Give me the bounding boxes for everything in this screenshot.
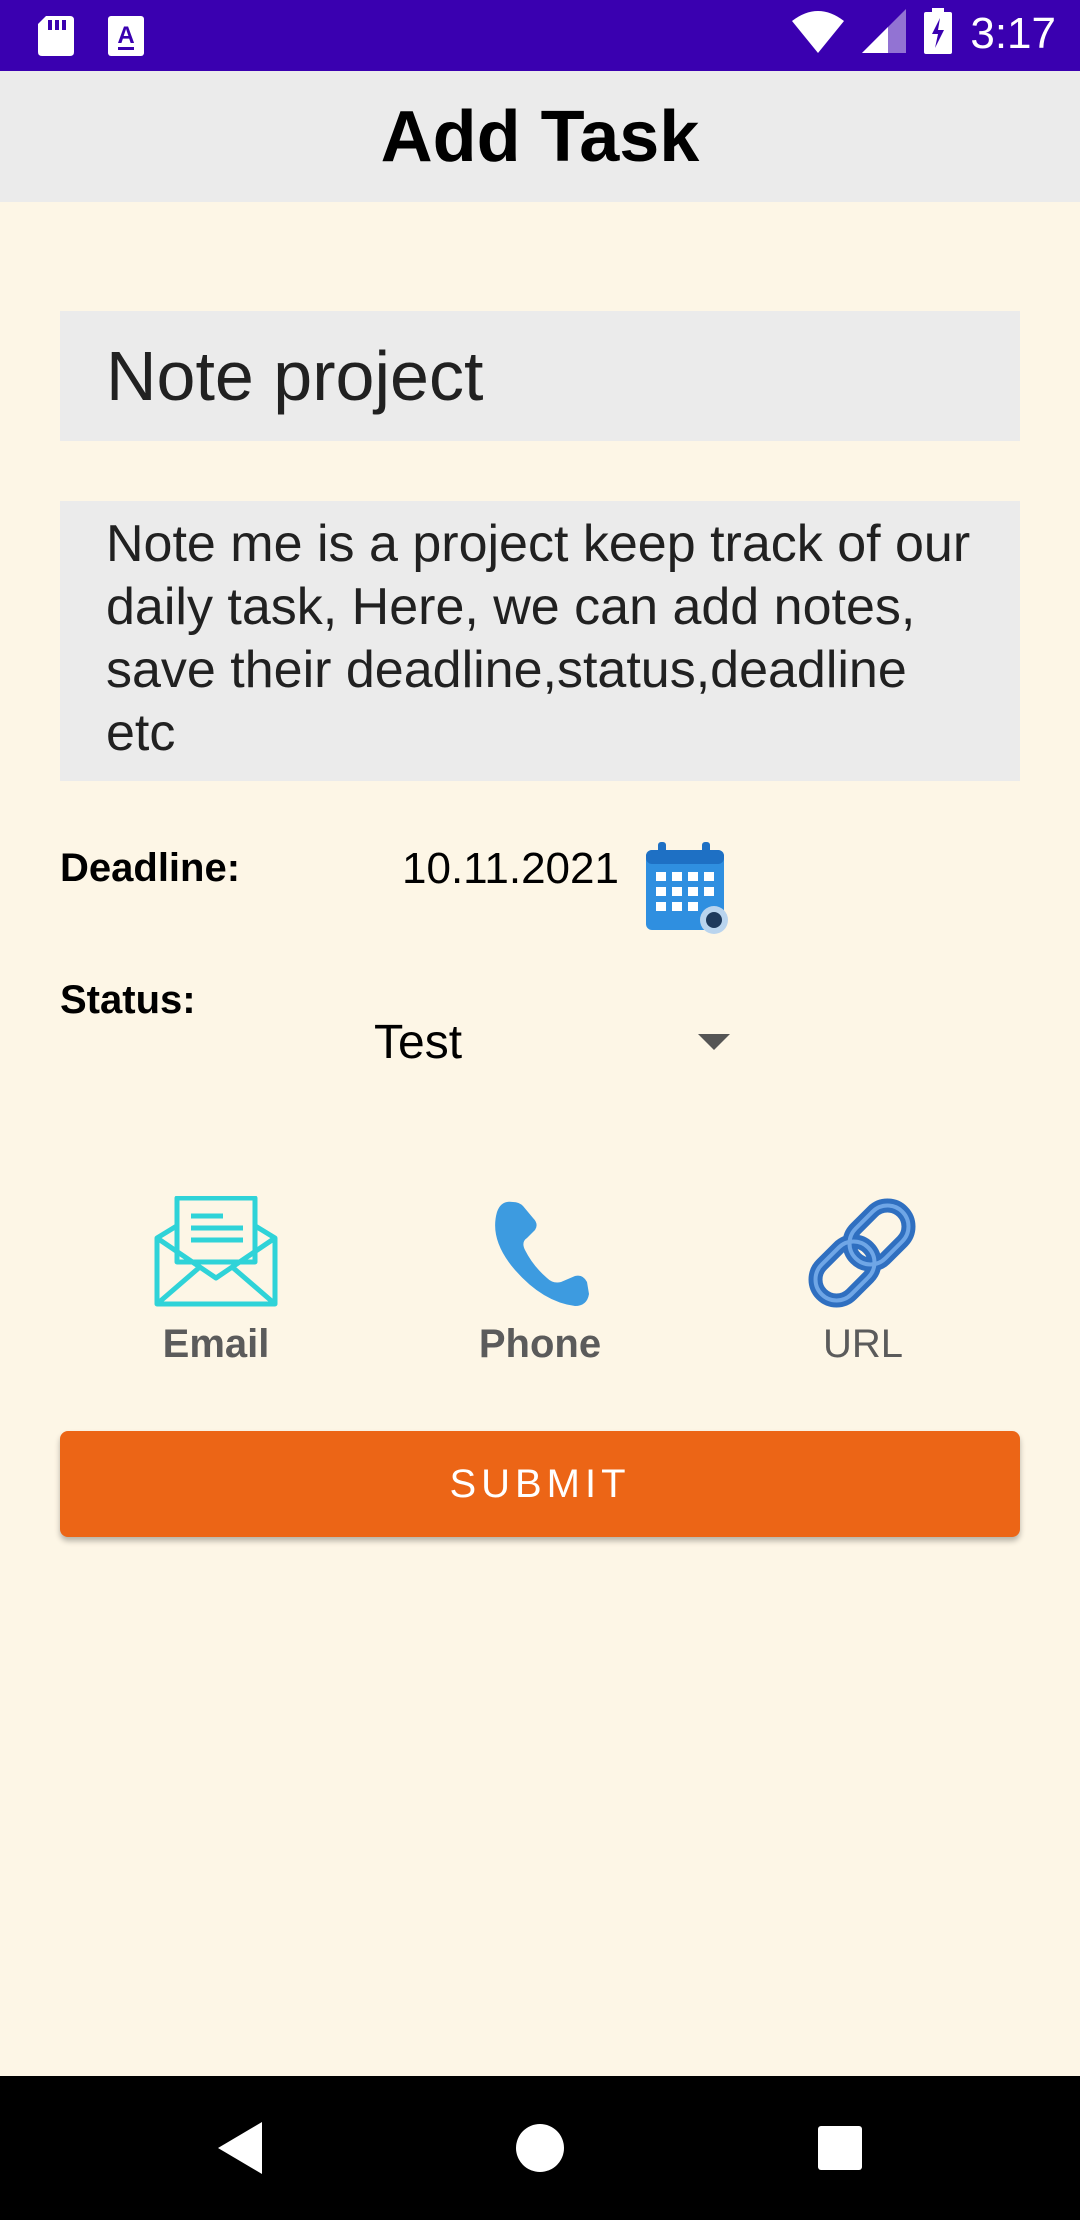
status-label: Status:	[60, 978, 196, 1022]
email-button[interactable]: Email	[106, 1196, 326, 1367]
url-button[interactable]: URL	[753, 1196, 973, 1367]
url-label: URL	[822, 1322, 904, 1366]
wifi-icon	[792, 9, 845, 58]
a-notification-icon: A	[108, 16, 144, 61]
task-description-value: Note me is a project keep track of our d…	[106, 515, 971, 762]
app-bar: Add Task	[0, 71, 1080, 202]
status-time: 3:17	[970, 8, 1056, 58]
page-title: Add Task	[380, 96, 700, 177]
navigation-bar	[0, 2076, 1080, 2220]
submit-button[interactable]: SUBMIT	[60, 1431, 1020, 1537]
calendar-icon[interactable]	[644, 842, 730, 936]
home-icon[interactable]	[516, 2124, 564, 2172]
recent-apps-icon[interactable]	[818, 2126, 862, 2170]
task-description-input[interactable]: Note me is a project keep track of our d…	[60, 501, 1020, 781]
phone-icon	[495, 1201, 589, 1306]
submit-label: SUBMIT	[449, 1461, 631, 1506]
email-icon	[154, 1196, 278, 1307]
link-icon	[808, 1198, 916, 1308]
svg-text:A: A	[117, 22, 134, 49]
phone-label: Phone	[478, 1322, 602, 1366]
battery-charging-icon	[924, 8, 953, 59]
dropdown-arrow-icon	[698, 1034, 730, 1050]
status-bar: A 3:17	[0, 0, 1080, 71]
phone-button[interactable]: Phone	[430, 1196, 650, 1367]
status-dropdown[interactable]: Test	[374, 1000, 744, 1084]
deadline-label: Deadline:	[60, 846, 241, 890]
email-label: Email	[162, 1322, 270, 1366]
task-title-value: Note project	[106, 337, 484, 415]
sd-card-icon	[38, 16, 74, 61]
task-title-input[interactable]: Note project	[60, 311, 1020, 441]
status-selected-value: Test	[374, 1015, 463, 1069]
deadline-value: 10.11.2021	[402, 844, 619, 893]
back-icon[interactable]	[218, 2122, 262, 2179]
signal-icon	[862, 9, 907, 58]
